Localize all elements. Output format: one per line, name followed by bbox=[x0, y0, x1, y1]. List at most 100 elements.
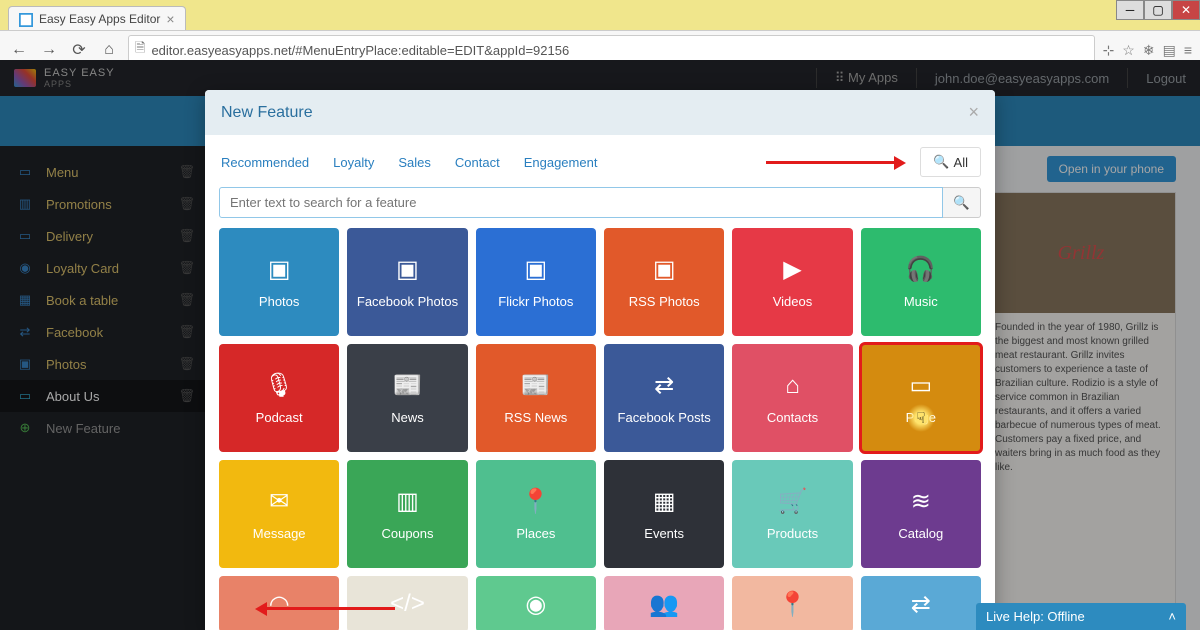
search-button[interactable]: 🔍 bbox=[943, 187, 981, 218]
menu-icon[interactable]: ≡ bbox=[1184, 42, 1192, 59]
feature-tile-podcast[interactable]: 🎙 Podcast bbox=[219, 344, 339, 452]
tab-loyalty[interactable]: Loyalty bbox=[333, 155, 374, 170]
feature-tile-blank[interactable]: ◠ bbox=[219, 576, 339, 630]
tile-icon: ⇄ bbox=[654, 371, 674, 400]
feature-tile-videos[interactable]: ▶ Videos bbox=[732, 228, 852, 336]
browser-tab[interactable]: Easy Easy Apps Editor × bbox=[8, 6, 186, 30]
tab-engagement[interactable]: Engagement bbox=[524, 155, 598, 170]
feature-tile-blank[interactable]: </> bbox=[347, 576, 467, 630]
feature-tile-rss-photos[interactable]: ▣ RSS Photos bbox=[604, 228, 724, 336]
home-button[interactable]: ⌂ bbox=[98, 39, 120, 61]
modal-title: New Feature bbox=[221, 104, 313, 122]
feature-tile-message[interactable]: ✉ Message bbox=[219, 460, 339, 568]
tile-icon: ✉ bbox=[269, 487, 289, 516]
tab-contact[interactable]: Contact bbox=[455, 155, 500, 170]
browser-tab-bar: Easy Easy Apps Editor × bbox=[0, 0, 1200, 30]
tile-label: Videos bbox=[773, 294, 813, 309]
search-icon: 🔍 bbox=[933, 154, 949, 170]
tile-label: Coupons bbox=[381, 526, 433, 541]
feature-tile-rss-news[interactable]: 📰 RSS News bbox=[476, 344, 596, 452]
tile-label: RSS News bbox=[504, 410, 567, 425]
tab-all[interactable]: 🔍All bbox=[920, 147, 981, 177]
modal-close-icon[interactable]: × bbox=[968, 102, 979, 123]
feature-tile-catalog[interactable]: ≋ Catalog bbox=[861, 460, 981, 568]
tile-label: Message bbox=[253, 526, 306, 541]
tab-close-icon[interactable]: × bbox=[166, 11, 174, 27]
annotation-arrow-right bbox=[621, 161, 896, 164]
tile-icon: 📍 bbox=[778, 590, 808, 619]
tile-label: News bbox=[391, 410, 424, 425]
feature-tile-music[interactable]: 🎧 Music bbox=[861, 228, 981, 336]
tile-label: Products bbox=[767, 526, 818, 541]
tile-icon: ▣ bbox=[268, 255, 291, 284]
feature-tile-flickr-photos[interactable]: ▣ Flickr Photos bbox=[476, 228, 596, 336]
chevron-up-icon: ˄ bbox=[1168, 609, 1176, 624]
feature-tile-coupons[interactable]: ▥Coupons bbox=[347, 460, 467, 568]
tile-icon: 🛒 bbox=[778, 487, 808, 516]
feature-tile-photos[interactable]: ▣ Photos bbox=[219, 228, 339, 336]
feature-grid: ▣ Photos ▣ Facebook Photos ▣ Flickr Photos ▣ RS… bbox=[205, 228, 995, 630]
feature-tile-events[interactable]: ▦Events bbox=[604, 460, 724, 568]
feature-tile-contacts[interactable]: ⌂Contacts bbox=[732, 344, 852, 452]
tile-icon: ◉ bbox=[525, 590, 546, 619]
tile-icon: ▣ bbox=[653, 255, 676, 284]
tile-label: Photos bbox=[259, 294, 299, 309]
tile-icon: 🎧 bbox=[906, 255, 936, 284]
tile-icon: 👥 bbox=[649, 590, 679, 619]
feature-tile-blank[interactable]: 📍 bbox=[732, 576, 852, 630]
new-feature-modal: New Feature × Recommended Loyalty Sales … bbox=[205, 90, 995, 630]
live-help-label: Live Help: Offline bbox=[986, 609, 1085, 624]
tile-label: RSS Photos bbox=[629, 294, 700, 309]
star-icon[interactable]: ☆ bbox=[1122, 42, 1135, 59]
tile-label: Facebook Photos bbox=[357, 294, 458, 309]
minimize-button[interactable]: ─ bbox=[1116, 0, 1144, 20]
bookmark-icon[interactable]: ⊹ bbox=[1103, 42, 1115, 59]
tile-label: Catalog bbox=[898, 526, 943, 541]
grid-icon[interactable]: ▤ bbox=[1163, 42, 1176, 59]
url-text: editor.easyeasyapps.net/#MenuEntryPlace:… bbox=[151, 43, 569, 58]
tab-favicon-icon bbox=[19, 12, 33, 26]
filter-tabs: Recommended Loyalty Sales Contact Engage… bbox=[205, 135, 995, 181]
feature-tile-products[interactable]: 🛒 Products bbox=[732, 460, 852, 568]
feature-tile-places[interactable]: 📍Places bbox=[476, 460, 596, 568]
tab-title: Easy Easy Apps Editor bbox=[39, 12, 160, 26]
cursor-icon bbox=[907, 404, 935, 432]
live-help-bar[interactable]: Live Help: Offline ˄ bbox=[976, 603, 1186, 630]
reload-button[interactable]: ⟳ bbox=[68, 39, 90, 61]
tile-icon: 📰 bbox=[521, 371, 551, 400]
tile-label: Contacts bbox=[767, 410, 818, 425]
tile-label: Flickr Photos bbox=[498, 294, 573, 309]
tile-icon: ≋ bbox=[911, 487, 931, 516]
tile-icon: ▣ bbox=[396, 255, 419, 284]
close-window-button[interactable]: ✕ bbox=[1172, 0, 1200, 20]
feature-tile-facebook-photos[interactable]: ▣ Facebook Photos bbox=[347, 228, 467, 336]
tile-icon: ◠ bbox=[269, 590, 290, 619]
feature-search-input[interactable] bbox=[219, 187, 943, 218]
tile-label: Facebook Posts bbox=[618, 410, 711, 425]
tile-icon: ▦ bbox=[653, 487, 676, 516]
feature-tile-blank[interactable]: ⇄ bbox=[861, 576, 981, 630]
tile-icon: ▭ bbox=[909, 371, 932, 400]
annotation-arrow-left bbox=[265, 607, 395, 610]
feature-tile-facebook-posts[interactable]: ⇄ Facebook Posts bbox=[604, 344, 724, 452]
tile-label: Places bbox=[516, 526, 555, 541]
tile-icon: ▶ bbox=[783, 255, 801, 284]
tile-icon: 🎙 bbox=[264, 371, 294, 400]
maximize-button[interactable]: ▢ bbox=[1144, 0, 1172, 20]
tab-sales[interactable]: Sales bbox=[398, 155, 431, 170]
page-icon: 🗎 bbox=[135, 39, 145, 61]
back-button[interactable]: ← bbox=[8, 39, 30, 61]
tile-icon: 📰 bbox=[393, 371, 423, 400]
tile-label: Music bbox=[904, 294, 938, 309]
feature-tile-page[interactable]: ▭Page bbox=[861, 344, 981, 452]
feature-tile-blank[interactable]: 👥 bbox=[604, 576, 724, 630]
feature-tile-blank[interactable]: ◉ bbox=[476, 576, 596, 630]
tab-recommended[interactable]: Recommended bbox=[221, 155, 309, 170]
feature-tile-news[interactable]: 📰 News bbox=[347, 344, 467, 452]
tile-label: Podcast bbox=[256, 410, 303, 425]
forward-button[interactable]: → bbox=[38, 39, 60, 61]
tile-icon: </> bbox=[390, 590, 425, 618]
snowflake-icon[interactable]: ❄ bbox=[1143, 42, 1155, 59]
tile-icon: ▣ bbox=[524, 255, 547, 284]
tile-icon: ⇄ bbox=[911, 590, 931, 619]
